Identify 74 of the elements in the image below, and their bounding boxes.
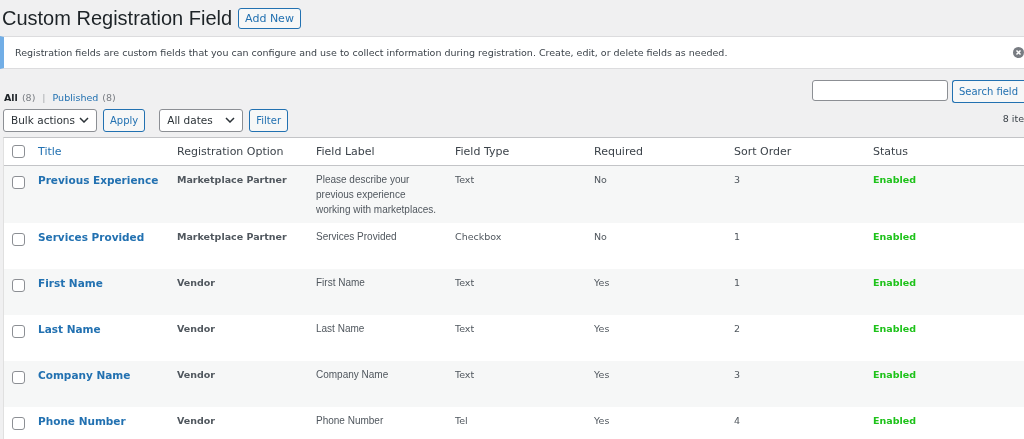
column-header: Field Label bbox=[316, 145, 375, 158]
separator: | bbox=[42, 92, 46, 103]
column-header: Field Type bbox=[455, 145, 510, 158]
table-cell: Yes bbox=[594, 277, 610, 288]
column-header: Sort Order bbox=[734, 145, 792, 158]
chevron-down-icon bbox=[79, 117, 89, 123]
column-header: Required bbox=[594, 145, 643, 158]
table-cell: Tel bbox=[455, 415, 468, 426]
table-cell: 1 bbox=[734, 231, 741, 242]
search-button[interactable]: Search field bbox=[951, 80, 1024, 103]
row-checkbox[interactable] bbox=[12, 176, 25, 189]
column-header: Registration Option bbox=[177, 145, 284, 158]
chevron-down-icon bbox=[225, 117, 236, 123]
table-cell: Vendor bbox=[177, 323, 216, 334]
table-cell: Yes bbox=[594, 369, 610, 380]
table-cell-text: Last Name bbox=[316, 322, 366, 336]
row-checkbox[interactable] bbox=[12, 325, 25, 338]
field-title-link[interactable]: Previous Experience bbox=[38, 174, 159, 186]
table-cell: 1 bbox=[734, 277, 741, 288]
bulk-actions-dropdown[interactable]: Bulk actions bbox=[3, 108, 97, 132]
table-cell-text: Phone Number bbox=[316, 414, 385, 428]
page-title: Custom Registration Field bbox=[2, 6, 233, 30]
table-cell: Marketplace Partner bbox=[177, 174, 287, 185]
table-cell: Yes bbox=[594, 323, 610, 334]
field-title-link[interactable]: Company Name bbox=[38, 369, 131, 381]
table-cell: Vendor bbox=[177, 277, 216, 288]
table-cell-text: Services Provided bbox=[316, 230, 398, 244]
table-cell-text: Company Name bbox=[316, 368, 390, 382]
view-link[interactable]: Published bbox=[52, 92, 99, 103]
field-title-link[interactable]: Phone Number bbox=[38, 415, 126, 427]
dates-dropdown[interactable]: All dates bbox=[159, 108, 244, 132]
table-cell: Vendor bbox=[177, 415, 216, 426]
status-text: Enabled bbox=[873, 174, 916, 185]
table-cell: 2 bbox=[734, 323, 741, 334]
view-count: (8) bbox=[21, 92, 36, 103]
close-icon[interactable] bbox=[1013, 47, 1024, 58]
status-text: Enabled bbox=[873, 231, 916, 242]
search-field[interactable] bbox=[811, 80, 948, 101]
field-title-link[interactable]: Services Provided bbox=[38, 231, 145, 243]
field-title-link[interactable]: First Name bbox=[38, 277, 103, 289]
table-cell-text: First Name bbox=[316, 276, 366, 290]
status-text: Enabled bbox=[873, 415, 916, 426]
row-checkbox[interactable] bbox=[12, 371, 25, 384]
column-header[interactable]: Title bbox=[38, 145, 62, 158]
view-count: (8) bbox=[102, 92, 116, 103]
table-cell: Marketplace Partner bbox=[177, 231, 287, 242]
table-cell: Text bbox=[455, 369, 475, 380]
table-cell: Text bbox=[455, 174, 475, 185]
notice-text: Registration fields are custom fields that you can configure and use to collect information during registration. Create, edit, or delete fields as needed. bbox=[15, 47, 728, 58]
table-cell: 3 bbox=[734, 369, 741, 380]
filter-button[interactable]: Filter bbox=[249, 108, 288, 132]
add-new-button[interactable]: Add New bbox=[238, 7, 301, 29]
table-cell: 3 bbox=[734, 174, 741, 185]
row-checkbox[interactable] bbox=[12, 417, 25, 430]
apply-button[interactable]: Apply bbox=[103, 108, 146, 132]
view-link[interactable]: All bbox=[4, 92, 18, 103]
items-count: 8 ite bbox=[1002, 113, 1024, 124]
row-checkbox[interactable] bbox=[12, 233, 25, 246]
status-text: Enabled bbox=[873, 277, 916, 288]
table-cell: 4 bbox=[734, 415, 741, 426]
table-cell: Vendor bbox=[177, 369, 216, 380]
table-cell: No bbox=[594, 231, 607, 242]
table-cell-text: Please describe your previous experience working with marketplaces. bbox=[316, 173, 438, 217]
select-all-checkbox[interactable] bbox=[12, 145, 25, 158]
table-cell: Text bbox=[455, 323, 475, 334]
table-cell: Text bbox=[455, 277, 475, 288]
row-checkbox[interactable] bbox=[12, 279, 25, 292]
table-cell: No bbox=[594, 174, 607, 185]
column-header: Status bbox=[873, 145, 909, 158]
table-cell: Checkbox bbox=[455, 231, 502, 242]
status-text: Enabled bbox=[873, 323, 916, 334]
table-cell: Yes bbox=[594, 415, 610, 426]
status-text: Enabled bbox=[873, 369, 916, 380]
field-title-link[interactable]: Last Name bbox=[38, 323, 101, 335]
